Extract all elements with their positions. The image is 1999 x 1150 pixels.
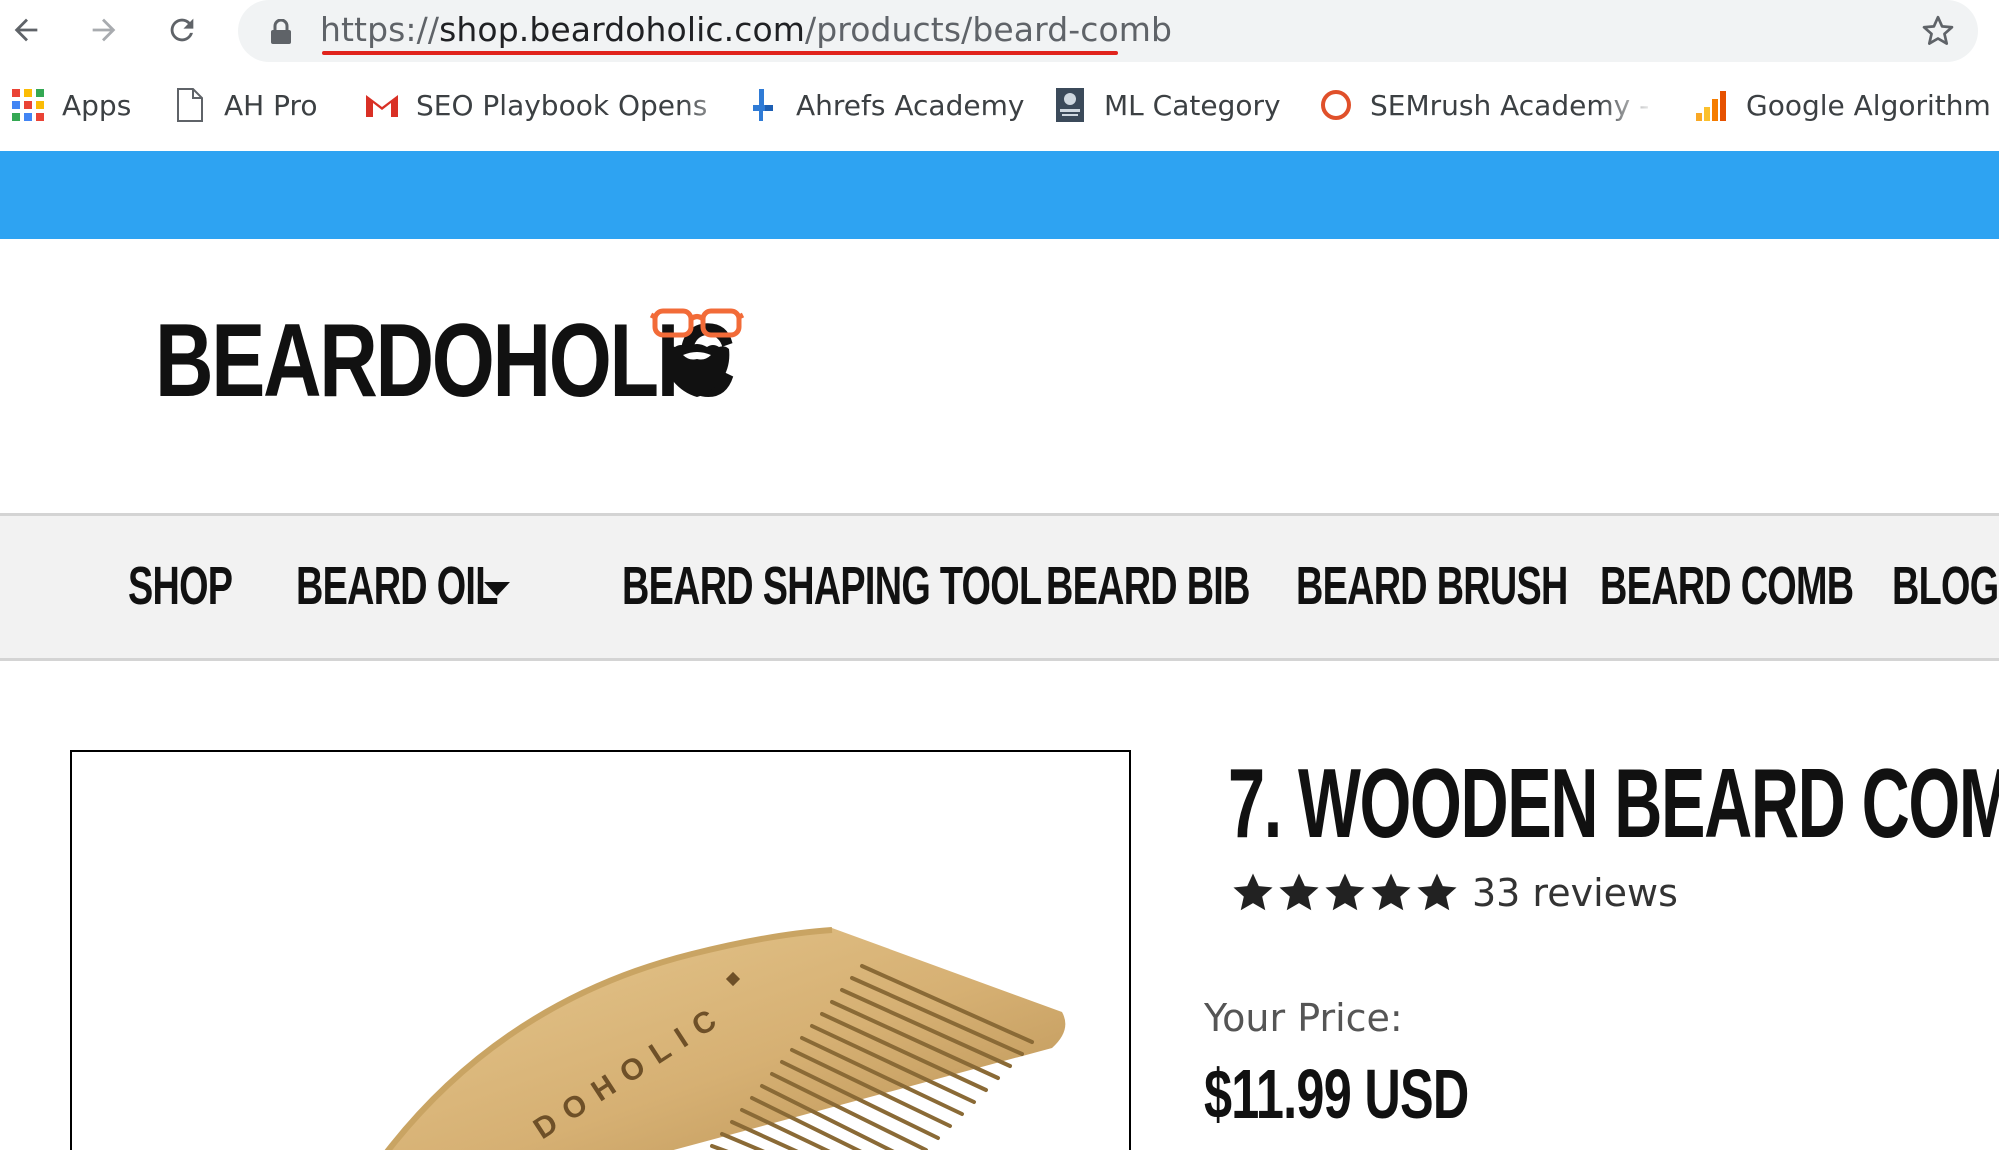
lock-icon bbox=[271, 19, 291, 44]
star-rating bbox=[1230, 870, 1460, 916]
product-rating[interactable]: 33 reviews bbox=[1230, 870, 1678, 916]
ahrefs-icon bbox=[744, 87, 780, 123]
star-filled-icon bbox=[1230, 870, 1276, 916]
chevron-down-icon[interactable] bbox=[484, 582, 510, 596]
site-header: BEARDOHOLIC bbox=[0, 239, 1999, 513]
nav-beard-comb[interactable]: BEARD COMB bbox=[1600, 556, 1854, 616]
star-filled-icon bbox=[1276, 870, 1322, 916]
bookmark-semrush-academy[interactable]: SEMrush Academy - 1 bbox=[1318, 84, 1656, 126]
bookmark-ml-category[interactable]: ML Category bbox=[1052, 84, 1281, 126]
bookmark-label: SEMrush Academy - 1 bbox=[1370, 88, 1656, 122]
address-bar[interactable]: https://shop.beardoholic.com/products/be… bbox=[238, 0, 1978, 62]
browser-toolbar: https://shop.beardoholic.com/products/be… bbox=[0, 0, 1999, 62]
forward-button[interactable] bbox=[82, 8, 126, 52]
arrow-left-icon bbox=[14, 18, 38, 42]
star-filled-icon bbox=[1414, 870, 1460, 916]
bookmark-label: Apps bbox=[62, 88, 132, 122]
site-logo[interactable]: BEARDOHOLIC bbox=[155, 303, 745, 419]
star-filled-icon bbox=[1322, 870, 1368, 916]
bookmark-ah-pro[interactable]: AH Pro bbox=[172, 84, 318, 126]
bookmark-label: ML Category bbox=[1104, 88, 1281, 122]
bookmark-ahrefs-academy[interactable]: Ahrefs Academy bbox=[744, 84, 1024, 126]
reload-icon bbox=[170, 18, 194, 42]
beard-glasses-logo-icon bbox=[649, 308, 745, 397]
back-button[interactable] bbox=[4, 8, 48, 52]
gmail-icon bbox=[364, 87, 400, 123]
url-host: shop.beardoholic.com bbox=[439, 10, 805, 49]
nav-beard-shaping-tool[interactable]: BEARD SHAPING TOOL bbox=[622, 556, 1042, 616]
product-price: $11.99 USD bbox=[1204, 1055, 1469, 1133]
url-scheme: https:// bbox=[320, 10, 440, 49]
reload-button[interactable] bbox=[160, 8, 204, 52]
bookmark-google-algorithm[interactable]: Google Algorithm bbox=[1694, 84, 1991, 126]
bookmark-seo-playbook[interactable]: SEO Playbook Opens bbox=[364, 84, 748, 126]
logo-text: BEARDOHOLIC bbox=[155, 303, 735, 419]
page-icon bbox=[172, 87, 208, 123]
nav-beard-oil[interactable]: BEARD OIL bbox=[296, 556, 498, 616]
url-path: /products/beard-comb bbox=[804, 10, 1173, 49]
arrow-right-icon bbox=[92, 18, 116, 42]
product-title: 7. WOODEN BEARD COMB bbox=[1228, 748, 1999, 858]
reviews-count[interactable]: 33 reviews bbox=[1472, 871, 1678, 915]
nav-beard-bib[interactable]: BEARD BIB bbox=[1046, 556, 1250, 616]
product-image-frame[interactable]: DOHOLIC bbox=[70, 750, 1131, 1150]
url-text[interactable]: https://shop.beardoholic.com/products/be… bbox=[320, 10, 1172, 50]
bar-chart-icon bbox=[1694, 87, 1730, 123]
bookmark-label: AH Pro bbox=[224, 88, 318, 122]
nav-shop[interactable]: SHOP bbox=[128, 556, 233, 616]
nav-beard-brush[interactable]: BEARD BRUSH bbox=[1296, 556, 1568, 616]
semrush-icon bbox=[1318, 87, 1354, 123]
apps-grid-icon bbox=[10, 87, 46, 123]
main-navigation: SHOP BEARD OIL BEARD SHAPING TOOL BEARD … bbox=[0, 513, 1999, 661]
price-label: Your Price: bbox=[1204, 996, 1403, 1040]
bookmark-apps[interactable]: Apps bbox=[10, 84, 131, 126]
nav-blog[interactable]: BLOG bbox=[1892, 556, 1999, 616]
bookmarks-bar: Apps AH Pro SEO Playbook Opens Ahrefs Ac… bbox=[0, 76, 1999, 140]
announcement-bar bbox=[0, 151, 1999, 239]
url-highlight-underline bbox=[322, 51, 1118, 55]
star-outline-icon[interactable] bbox=[1920, 13, 1956, 49]
book-cover-icon bbox=[1052, 87, 1088, 123]
bookmark-label: Google Algorithm bbox=[1746, 88, 1991, 122]
star-filled-icon bbox=[1368, 870, 1414, 916]
wooden-comb-image: DOHOLIC bbox=[384, 927, 1066, 1150]
bookmark-label: Ahrefs Academy bbox=[796, 88, 1025, 122]
bookmark-label: SEO Playbook Opens bbox=[416, 88, 708, 122]
